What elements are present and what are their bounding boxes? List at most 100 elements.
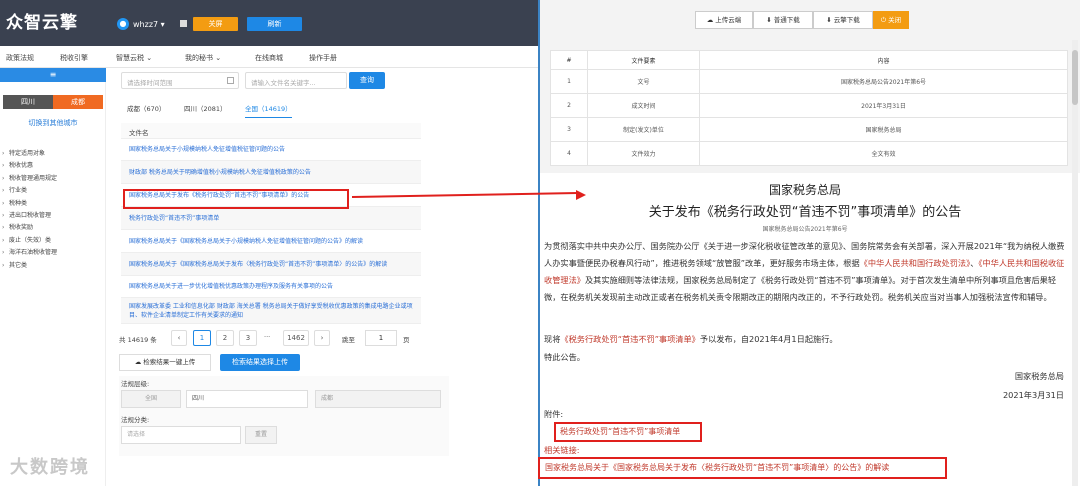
- col-header-content: 内容: [699, 50, 1068, 70]
- attachment-label: 附件:: [544, 409, 564, 419]
- table-row[interactable]: 国家税务总局关于《国家税务总局关于发布〈税务行政处罚“首违不罚”事项清单〉的公告…: [121, 253, 421, 276]
- table-row: 3 制定(发文)单位 国家税务总局: [550, 117, 1068, 142]
- doc-issuer: 国家税务总局: [768, 183, 841, 197]
- highlight-box-related: [538, 457, 947, 479]
- category-label: 法规分类:: [121, 416, 150, 424]
- annotation-arrow-head: [576, 190, 586, 200]
- category-list: 特定适用对象 税收优惠 税收管理通用规定 行业类 税种类 进出口税收管理 税收奖…: [2, 148, 106, 272]
- left-panel: 众智云擎 ● whzz7 ▾ 关屏 刷新 政策法规 税收引擎 智慧云税 ⌄ 我的…: [0, 0, 538, 486]
- reset-button[interactable]: 重置: [245, 426, 277, 444]
- page-ellipsis: ···: [264, 333, 271, 341]
- category-item[interactable]: 特定适用对象: [2, 148, 106, 160]
- table-row[interactable]: 国家税务总局关于进一步优化增值税优惠政策办理程序及服务有关事项的公告: [121, 276, 421, 298]
- category-item[interactable]: 其它类: [2, 260, 106, 272]
- upload-cloud-button[interactable]: ☁ 上传云端: [695, 11, 753, 29]
- table-row[interactable]: 国家发展改革委 工业和信息化部 财政部 海关总署 税务总局关于做好享受税收优惠政…: [121, 298, 421, 324]
- category-item[interactable]: 海洋石油税收管理: [2, 247, 106, 259]
- top-bar: 众智云擎 ● whzz7 ▾ 关屏 刷新: [0, 0, 538, 46]
- user-name[interactable]: whzz7 ▾: [133, 20, 165, 29]
- close-doc-button[interactable]: ⏻ 关闭: [873, 11, 909, 29]
- nav-item-mall[interactable]: 在线商城: [255, 53, 283, 63]
- tab-national[interactable]: 全国（14619）: [245, 103, 292, 118]
- keyword-input[interactable]: 请输入文件名关键字...: [245, 72, 347, 89]
- sidebar-menu-icon[interactable]: ≡: [0, 68, 106, 82]
- date-range-input[interactable]: 请选择时间范围: [121, 72, 239, 89]
- province-select[interactable]: 四川: [186, 390, 308, 408]
- app-logo: 众智云擎: [6, 13, 78, 33]
- related-label: 相关链接:: [544, 445, 580, 455]
- law-link-admin-penalty[interactable]: 《中华人民共和国行政处罚法》: [860, 258, 971, 268]
- city-select[interactable]: 成都: [315, 390, 441, 408]
- category-item[interactable]: 税种类: [2, 198, 106, 210]
- page-button-1[interactable]: 1: [193, 330, 211, 346]
- category-select[interactable]: 请选择: [121, 426, 241, 444]
- doc-title: 关于发布《税务行政处罚“首违不罚”事项清单》的公告: [648, 205, 962, 220]
- doc-toolbar: ☁ 上传云端 ⬇ 普通下载 ⬇ 云擎下载 ⏻ 关闭: [695, 11, 931, 29]
- city-button-chengdu[interactable]: 成都: [53, 95, 103, 109]
- doc-signature-date: 2021年3月31日: [1002, 390, 1064, 400]
- table-row: 4 文件效力 全文有效: [550, 141, 1068, 166]
- category-item[interactable]: 税收优惠: [2, 160, 106, 172]
- nav-item-manual[interactable]: 操作手册: [309, 53, 337, 63]
- total-count: 共 14619 条: [119, 336, 157, 344]
- city-selector: 四川 成都: [3, 95, 103, 109]
- level-select[interactable]: 全国: [121, 390, 181, 408]
- city-button-sichuan[interactable]: 四川: [3, 95, 53, 109]
- table-row[interactable]: 国家税务总局关于小规模纳税人免征增值税征管问题的公告: [121, 139, 421, 161]
- prev-page-button[interactable]: ‹: [171, 330, 187, 346]
- file-list-header: 文件名: [121, 123, 421, 139]
- close-screen-button[interactable]: 关屏: [193, 17, 238, 31]
- category-item[interactable]: 废止（失效）类: [2, 235, 106, 247]
- nav-item-policy[interactable]: 政策法规: [6, 53, 34, 63]
- screen-root: 众智云擎 ● whzz7 ▾ 关屏 刷新 政策法规 税收引擎 智慧云税 ⌄ 我的…: [0, 0, 1080, 486]
- table-row[interactable]: 税务行政处罚“首违不罚”事项清单: [121, 207, 421, 230]
- doc-body: 为贯彻落实中共中央办公厅、国务院办公厅《关于进一步深化税收征管改革的意见》、国务…: [544, 241, 1065, 302]
- doc-closing: 特此公告。: [544, 352, 585, 362]
- doc-scrollbar[interactable]: [1072, 40, 1078, 486]
- attributes-table: # 文件要素 内容 1 文号 国家税务总局公告2021年第6号 2 成文时间 2…: [550, 50, 1068, 166]
- scrollbar-thumb[interactable]: [1072, 50, 1078, 105]
- table-row[interactable]: 国家税务总局关于《国家税务总局关于小规模纳税人免征增值税征管问题的公告》的解读: [121, 230, 421, 253]
- region-tabs: 成都（670） 四川（2081） 全国（14619）: [121, 100, 421, 118]
- right-panel: ☁ 上传云端 ⬇ 普通下载 ⬇ 云擎下载 ⏻ 关闭 # 文件要素 内容 1 文号…: [538, 0, 1080, 486]
- category-item[interactable]: 税收奖励: [2, 222, 106, 234]
- table-row: 2 成文时间 2021年3月31日: [550, 93, 1068, 118]
- page-button-3[interactable]: 3: [239, 330, 257, 346]
- sidebar: ≡ 四川 成都 切换到其他城市 特定适用对象 税收优惠 税收管理通用规定 行业类…: [0, 68, 106, 486]
- table-row[interactable]: 财政部 税务总局关于明确增值税小规模纳税人免征增值税政策的公告: [121, 161, 421, 184]
- upload-all-button[interactable]: ☁ 检索结果一键上传: [119, 354, 211, 371]
- user-icon[interactable]: ●: [117, 18, 129, 30]
- query-button[interactable]: 查询: [349, 72, 385, 89]
- doc-number: 国家税务总局公告2021年第6号: [762, 226, 848, 233]
- highlight-box-attachment: [554, 422, 702, 442]
- page-button-last[interactable]: 1462: [283, 330, 309, 346]
- calendar-icon: [227, 77, 234, 84]
- nav-item-smart-cloud[interactable]: 智慧云税 ⌄: [116, 53, 152, 63]
- tab-chengdu[interactable]: 成都（670）: [127, 103, 165, 113]
- refresh-button[interactable]: 刷新: [247, 17, 302, 31]
- category-item[interactable]: 进出口税收管理: [2, 210, 106, 222]
- nav-item-secretary[interactable]: 我的秘书 ⌄: [185, 53, 221, 63]
- cloud-download-button[interactable]: ⬇ 云擎下载: [813, 11, 873, 29]
- main-nav: 政策法规 税收引擎 智慧云税 ⌄ 我的秘书 ⌄ 在线商城 操作手册: [0, 46, 538, 68]
- level-label: 法规层级:: [121, 380, 150, 388]
- watermark: 大数跨境: [10, 457, 90, 478]
- nav-item-tax-engine[interactable]: 税收引擎: [60, 53, 88, 63]
- download-button[interactable]: ⬇ 普通下载: [753, 11, 813, 29]
- switch-city-link[interactable]: 切换到其他城市: [0, 118, 106, 128]
- category-item[interactable]: 税收管理通用规定: [2, 173, 106, 185]
- next-page-button[interactable]: ›: [314, 330, 330, 346]
- doc-paragraph: 现将《税务行政处罚“首违不罚”事项清单》予以发布，自2021年4月1日起施行。: [544, 334, 838, 344]
- list-link[interactable]: 《税务行政处罚“首违不罚”事项清单》: [560, 334, 699, 344]
- highlight-box-selected-row: [123, 189, 349, 209]
- page-button-2[interactable]: 2: [216, 330, 234, 346]
- filter-panel: 法规层级: 全国 四川 成都 法规分类: 请选择 重置: [119, 376, 449, 456]
- grid-icon[interactable]: [180, 20, 187, 27]
- upload-selected-button[interactable]: 检索结果选择上传: [220, 354, 300, 371]
- search-main: 请选择时间范围 请输入文件名关键字... 查询 成都（670） 四川（2081）…: [113, 68, 538, 486]
- doc-signature-org: 国家税务总局: [1014, 371, 1064, 381]
- tab-sichuan[interactable]: 四川（2081）: [184, 103, 227, 113]
- page-unit: 页: [403, 336, 410, 344]
- category-item[interactable]: 行业类: [2, 185, 106, 197]
- jump-page-input[interactable]: 1: [365, 330, 397, 346]
